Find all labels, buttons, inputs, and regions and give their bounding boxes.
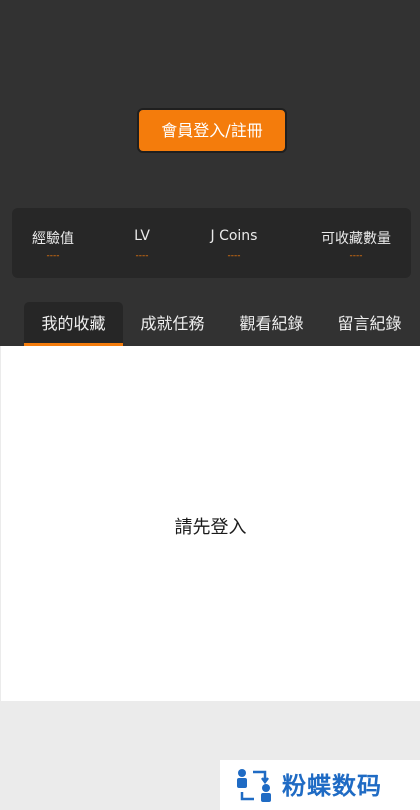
tab-my-favorites[interactable]: 我的收藏 <box>24 302 123 346</box>
stat-collection-capacity: 可收藏數量 ---- <box>308 208 404 278</box>
stats-card: 經驗值 ---- LV ---- J Coins ---- 可收藏數量 ---- <box>12 208 411 278</box>
stat-value: ---- <box>349 251 363 261</box>
login-prompt-message: 請先登入 <box>174 517 247 538</box>
stat-value: ---- <box>227 251 241 261</box>
stat-label: LV <box>134 228 150 244</box>
stat-label: 可收藏數量 <box>321 231 391 247</box>
tab-comment-history[interactable]: 留言紀錄 <box>327 302 412 346</box>
stat-experience: 經驗值 ---- <box>12 208 94 278</box>
login-register-button[interactable]: 會員登入/註冊 <box>137 108 287 153</box>
tab-content-panel: 請先登入 <box>1 346 420 701</box>
watermark-logo-icon <box>237 769 271 802</box>
stat-j-coins: J Coins ---- <box>192 208 276 278</box>
stat-label: J Coins <box>210 228 258 244</box>
tab-achievements[interactable]: 成就任務 <box>130 302 215 346</box>
stat-label: 經驗值 <box>32 231 74 247</box>
tab-watch-history[interactable]: 觀看紀錄 <box>229 302 314 346</box>
stat-level: LV ---- <box>112 208 172 278</box>
tab-bar: 我的收藏 成就任務 觀看紀錄 留言紀錄 <box>0 300 420 346</box>
watermark: 粉蝶数码 <box>220 760 420 810</box>
profile-header: 會員登入/註冊 經驗值 ---- LV ---- J Coins ---- 可收… <box>0 0 420 346</box>
stat-value: ---- <box>135 251 149 261</box>
watermark-text: 粉蝶数码 <box>282 772 382 800</box>
stat-value: ---- <box>46 251 60 261</box>
